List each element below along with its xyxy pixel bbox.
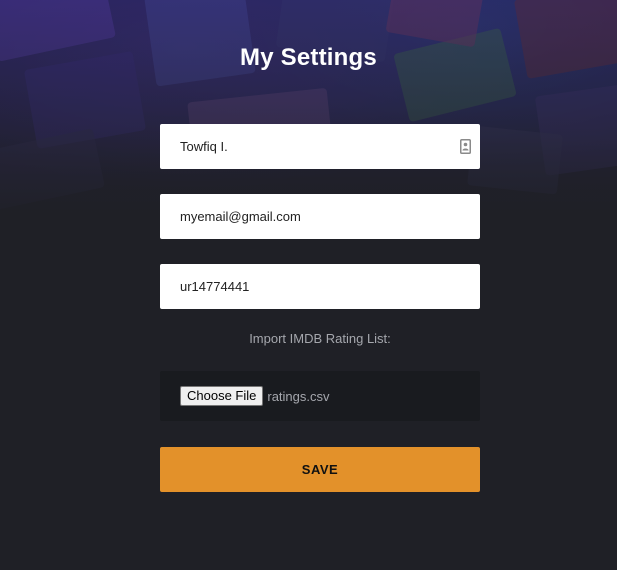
page-title: My Settings — [240, 44, 377, 71]
imdb-id-input[interactable] — [160, 264, 480, 309]
email-field[interactable] — [160, 194, 480, 239]
imdb-id-field[interactable] — [160, 264, 480, 309]
selected-file-name: ratings.csv — [267, 388, 330, 404]
contact-card-icon[interactable] — [460, 139, 471, 154]
name-input[interactable] — [160, 124, 480, 169]
choose-file-button[interactable]: Choose File — [180, 386, 264, 406]
settings-page: My Settings Import IMDB Rating List: Cho… — [0, 0, 617, 570]
save-button[interactable]: SAVE — [160, 447, 480, 492]
file-upload-area: Choose File ratings.csv — [160, 371, 480, 421]
name-field[interactable] — [160, 124, 480, 169]
import-imdb-label: Import IMDB Rating List: — [249, 331, 391, 346]
settings-form: Import IMDB Rating List: Choose File rat… — [160, 124, 480, 492]
email-input[interactable] — [160, 194, 480, 239]
